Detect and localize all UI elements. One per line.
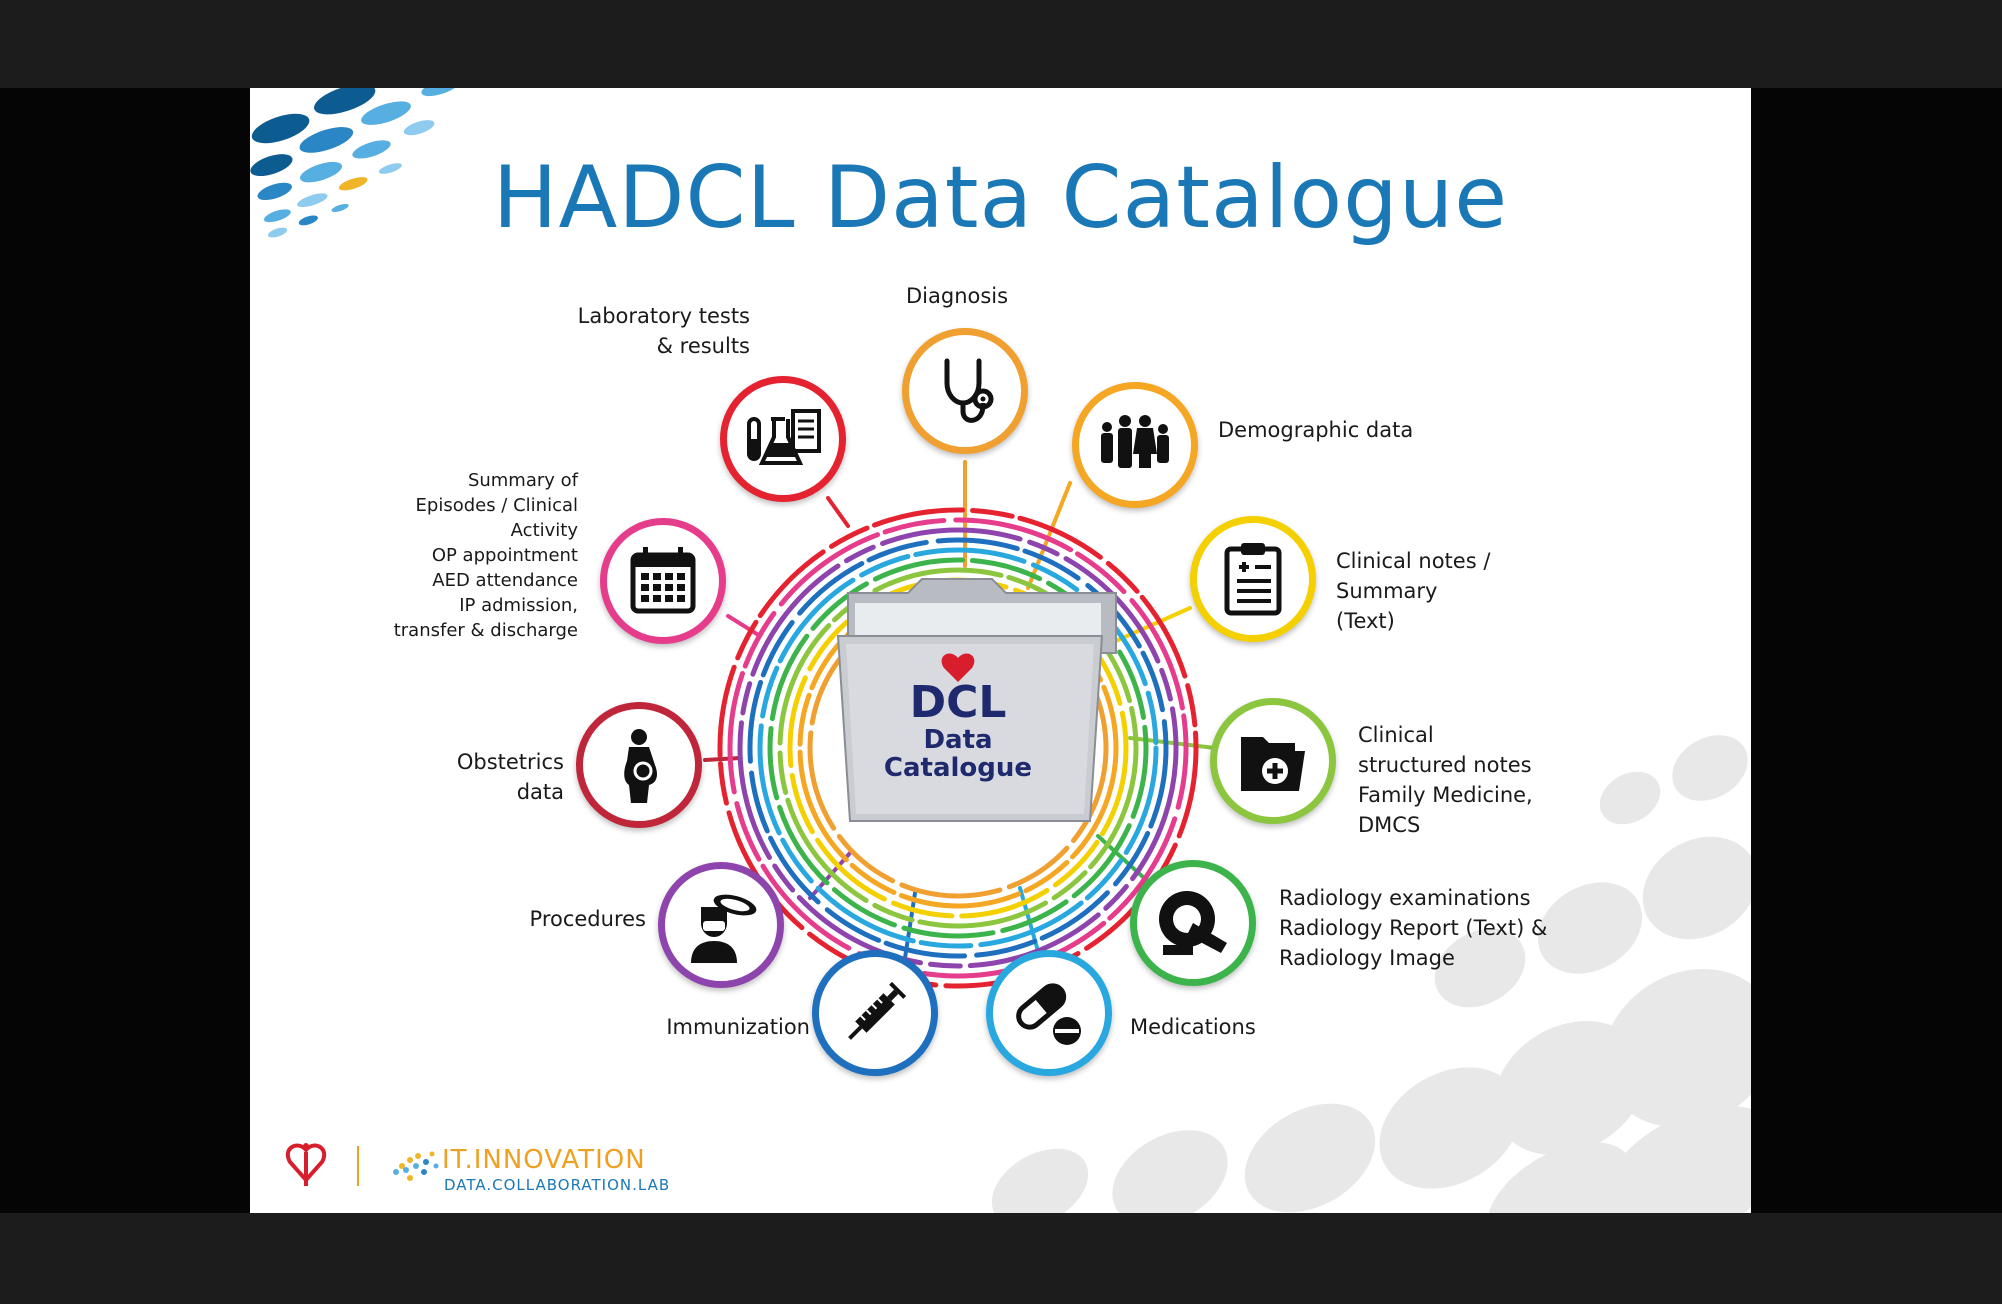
demographic-node bbox=[1072, 382, 1198, 508]
top-black-bar bbox=[0, 0, 2002, 88]
calendar-icon bbox=[630, 547, 696, 614]
diagnosis-node bbox=[902, 328, 1028, 454]
clinical-notes-label: Clinical notes / Summary (Text) bbox=[1336, 549, 1491, 633]
clinical-notes-node bbox=[1190, 516, 1316, 642]
procedures-node bbox=[658, 862, 784, 988]
structured-notes-node bbox=[1210, 698, 1336, 824]
stethoscope-icon bbox=[944, 358, 994, 423]
immunization-node bbox=[812, 950, 938, 1076]
radiology-label: Radiology examinations Radiology Report … bbox=[1279, 886, 1548, 970]
medications-node bbox=[986, 950, 1112, 1076]
medical-folder-icon bbox=[1241, 737, 1305, 791]
right-letterbox bbox=[1751, 88, 2002, 1213]
demographic-label: Demographic data bbox=[1218, 418, 1414, 442]
obstetrics-label: Obstetrics data bbox=[456, 750, 564, 804]
footer-logos bbox=[286, 1143, 439, 1186]
structured-notes-label: Clinical structured notes Family Medicin… bbox=[1358, 723, 1533, 837]
laboratory-node bbox=[720, 376, 846, 502]
hub-label-data: Data bbox=[923, 725, 993, 755]
surgeon-icon bbox=[691, 894, 757, 963]
it-innovation-text: IT.INNOVATION bbox=[442, 1145, 646, 1175]
data-collaboration-lab-text: DATA.COLLABORATION.LAB bbox=[444, 1176, 671, 1194]
medications-label: Medications bbox=[1130, 1015, 1256, 1039]
clipboard-icon bbox=[1224, 543, 1282, 616]
pregnant-woman-icon bbox=[624, 729, 657, 803]
pill-icon bbox=[1016, 983, 1081, 1045]
hub-label-dcl: DCL bbox=[909, 677, 1007, 728]
radiology-node bbox=[1130, 860, 1256, 986]
left-letterbox bbox=[0, 88, 250, 1213]
ct-scanner-icon bbox=[1159, 891, 1227, 955]
it-innovation-logo bbox=[393, 1151, 439, 1181]
summary-episodes-node bbox=[600, 518, 726, 644]
procedures-label: Procedures bbox=[529, 907, 646, 931]
laboratory-label: Laboratory tests & results bbox=[577, 304, 750, 358]
presentation-slide: HADCL Data Catalogue DCL Data Catalogue … bbox=[250, 88, 1751, 1213]
summary-episodes-label: Summary of Episodes / Clinical Activity … bbox=[393, 470, 578, 641]
hub-label-catalogue: Catalogue bbox=[883, 753, 1033, 783]
bottom-black-bar bbox=[0, 1213, 2002, 1304]
hospital-authority-logo bbox=[286, 1143, 326, 1186]
immunization-label: Immunization bbox=[666, 1015, 810, 1039]
syringe-icon bbox=[848, 981, 907, 1040]
diagnosis-label: Diagnosis bbox=[906, 284, 1009, 308]
lab-flask-icon bbox=[747, 409, 821, 465]
people-icon bbox=[1101, 415, 1169, 468]
obstetrics-node bbox=[576, 702, 702, 828]
